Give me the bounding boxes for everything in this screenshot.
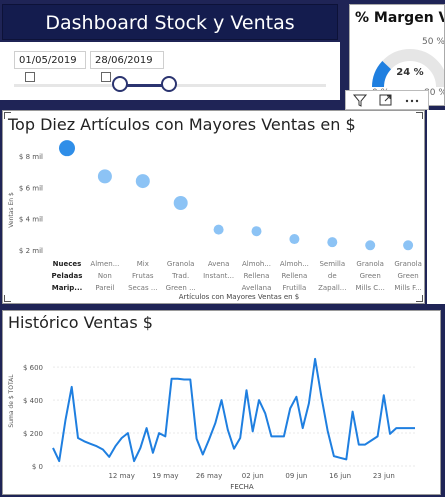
x-tick-label: Instant... [203, 272, 234, 280]
slider-start-handle[interactable] [112, 76, 128, 92]
x-tick-label: Granola [394, 260, 422, 268]
x-tick-label: Avena [208, 260, 230, 268]
margin-gauge-title: % Margen Ventas [355, 10, 444, 26]
resize-corner[interactable] [416, 295, 423, 302]
date-slicer: 01/05/2019 28/06/2019 [0, 42, 340, 100]
y-tick-label: $ 6 mil [19, 184, 43, 192]
x-tick-label: Pareil [95, 284, 114, 292]
filter-icon[interactable] [352, 93, 368, 107]
x-tick-label: Mix [137, 260, 149, 268]
history-chart: Suma de $ TOTAL FECHA $ 0 $ 200 $ 400 $ 600… [8, 357, 415, 491]
x-tick-label: Peladas [52, 272, 83, 280]
top-ten-ylabel: Ventas En $ [8, 192, 15, 228]
top-ten-chart: Ventas En $ Artículos con Mayores Ventas… [8, 140, 422, 301]
x-tick-label: 19 may [152, 472, 178, 480]
x-tick-label: Frutas [132, 272, 154, 280]
x-tick-label: Green ... [166, 284, 196, 292]
end-date-field[interactable]: 28/06/2019 [90, 51, 164, 82]
data-point[interactable] [403, 240, 414, 251]
data-point[interactable] [365, 240, 376, 251]
x-tick-label: Granola [356, 260, 384, 268]
x-tick-label: Frutilla [283, 284, 307, 292]
y-tick-label: $ 400 [23, 397, 43, 405]
x-tick-label: Almoh... [280, 260, 309, 268]
x-tick-label: Mills C... [356, 284, 385, 292]
slider-end-handle[interactable] [161, 76, 177, 92]
x-tick-label: Almen... [90, 260, 119, 268]
history-xlabel: FECHA [230, 483, 254, 491]
history-chart-card[interactable]: Histórico Ventas $ Suma de $ TOTAL FECHA… [2, 310, 441, 495]
x-tick-label: 16 jun [329, 472, 351, 480]
series-line[interactable] [52, 357, 415, 463]
data-point[interactable] [135, 174, 150, 189]
data-point[interactable] [173, 196, 188, 210]
data-point[interactable] [327, 237, 338, 248]
x-tick-label: Mills F... [394, 284, 421, 292]
focus-mode-icon[interactable] [378, 93, 394, 107]
x-tick-label: 23 jun [373, 472, 395, 480]
calendar-icon[interactable] [25, 72, 35, 82]
data-point[interactable] [251, 226, 262, 237]
y-tick-label: $ 4 mil [19, 216, 43, 224]
x-tick-label: Almoh... [242, 260, 271, 268]
x-tick-label: Secas ... [128, 284, 157, 292]
top-ten-chart-card[interactable]: Top Diez Artículos con Mayores Ventas en… [2, 110, 425, 304]
y-tick-label: $ 200 [23, 430, 43, 438]
end-date-value: 28/06/2019 [95, 55, 153, 66]
x-tick-label: 02 jun [242, 472, 264, 480]
side-panel-edge [427, 110, 445, 304]
y-tick-label: $ 8 mil [19, 153, 43, 161]
data-point[interactable] [97, 169, 112, 184]
x-tick-label: Rellena [282, 272, 308, 280]
x-tick-label: Zapall... [318, 284, 346, 292]
x-tick-label: Rellena [244, 272, 270, 280]
x-tick-label: de [328, 272, 337, 280]
data-point[interactable] [289, 234, 300, 245]
x-tick-label: Avellana [242, 284, 272, 292]
y-tick-label: $ 2 mil [19, 247, 43, 255]
resize-corner[interactable] [4, 112, 11, 119]
x-tick-label: Trad. [171, 272, 189, 280]
x-tick-label: Marip... [52, 284, 83, 292]
x-tick-label: 12 may [108, 472, 134, 480]
gauge-value-label: 24 % [396, 67, 423, 78]
gauge-scale-mid: 50 % [422, 37, 445, 47]
x-tick-label: 26 may [196, 472, 222, 480]
x-tick-label: Granola [167, 260, 195, 268]
visual-header [345, 90, 429, 110]
y-tick-label: $ 600 [23, 364, 43, 372]
x-tick-label: Green [360, 272, 381, 280]
more-options-icon[interactable] [404, 93, 420, 107]
x-tick-label: Non [98, 272, 112, 280]
start-date-field[interactable]: 01/05/2019 [14, 51, 86, 82]
data-point[interactable] [59, 140, 75, 157]
gauge-fill [372, 60, 392, 88]
start-date-value: 01/05/2019 [19, 55, 77, 66]
y-tick-label: $ 0 [32, 463, 43, 471]
dashboard-title: Dashboard Stock y Ventas Dietética [2, 4, 338, 70]
x-tick-label: Semilla [319, 260, 345, 268]
history-ylabel: Suma de $ TOTAL [8, 374, 15, 428]
x-tick-label: Nueces [53, 260, 82, 268]
x-tick-label: Green [397, 272, 418, 280]
resize-corner[interactable] [4, 295, 11, 302]
x-tick-label: 09 jun [285, 472, 307, 480]
data-point[interactable] [213, 224, 224, 235]
resize-corner[interactable] [416, 112, 423, 119]
calendar-icon[interactable] [101, 72, 111, 82]
top-ten-xlabel: Artículos con Mayores Ventas en $ [179, 293, 300, 301]
